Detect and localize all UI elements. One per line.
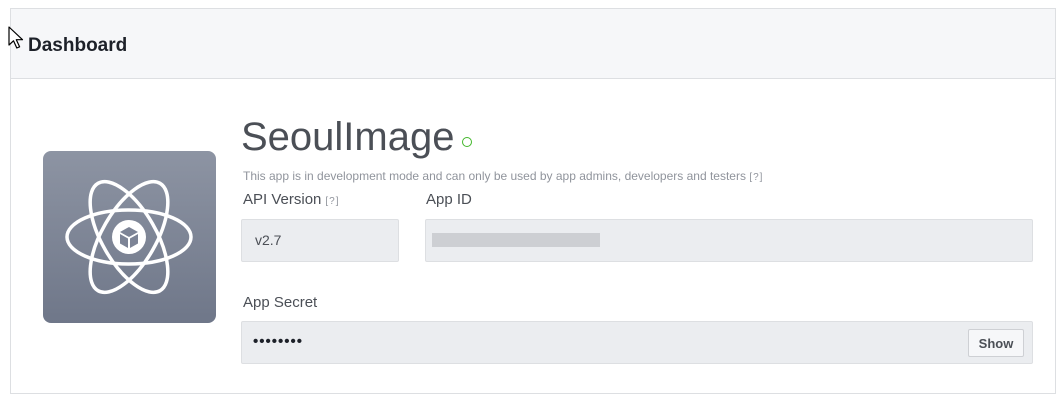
atom-cube-icon: [65, 179, 193, 295]
api-version-help-link[interactable]: [?]: [325, 196, 339, 207]
app-name: SeoulImage: [241, 115, 455, 159]
app-icon: [43, 151, 216, 323]
dashboard-header: Dashboard: [8, 9, 1055, 79]
dashboard-panel: Dashboard SeoulImage This app is in deve…: [8, 8, 1056, 394]
dev-mode-help-link[interactable]: [?]: [749, 172, 763, 183]
app-secret-label-group: App Secret: [243, 294, 317, 312]
development-mode-note: This app is in development mode and can …: [243, 169, 763, 183]
api-version-label: API Version: [243, 191, 322, 208]
app-name-row: SeoulImage: [241, 115, 473, 159]
app-secret-masked-value: ••••••••: [253, 333, 304, 350]
app-id-field[interactable]: [425, 219, 1033, 262]
development-mode-text: This app is in development mode and can …: [243, 169, 746, 183]
app-id-redacted-value: [432, 233, 600, 247]
mouse-cursor-icon: [8, 26, 24, 49]
api-version-value: v2.7: [255, 232, 282, 248]
api-version-label-group: API Version [?]: [243, 191, 340, 211]
app-id-label-group: App ID: [426, 191, 472, 209]
api-version-field[interactable]: v2.7: [241, 219, 399, 262]
page-title: Dashboard: [28, 35, 128, 56]
show-secret-button[interactable]: Show: [968, 329, 1024, 357]
app-secret-field[interactable]: •••••••• Show: [241, 321, 1033, 364]
app-id-label: App ID: [426, 191, 472, 208]
status-indicator-icon: [462, 137, 473, 147]
app-secret-label: App Secret: [243, 294, 318, 311]
